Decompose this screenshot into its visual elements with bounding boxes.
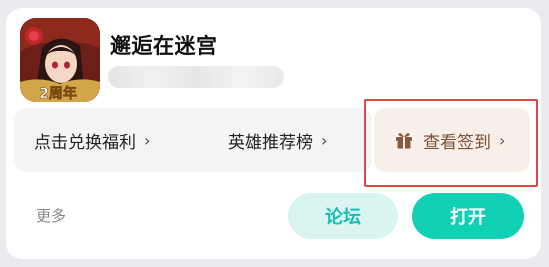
app-title: 邂逅在迷宫 <box>110 34 218 58</box>
chevron-right-icon: › <box>321 130 328 150</box>
chevron-right-icon: › <box>144 130 151 150</box>
app-subtitle-blurred <box>108 66 284 88</box>
more-link[interactable]: 更多 <box>36 205 66 226</box>
redeem-benefits-label: 点击兑换福利 <box>34 132 136 153</box>
hero-ranking-link[interactable]: 英雄推荐榜 › <box>228 108 327 172</box>
hero-ranking-label: 英雄推荐榜 <box>228 132 313 153</box>
redeem-benefits-link[interactable]: 点击兑换福利 › <box>34 108 150 172</box>
quick-actions-bar: 点击兑换福利 › 英雄推荐榜 › <box>14 108 372 172</box>
highlight-outline <box>364 99 538 187</box>
open-button[interactable]: 打开 <box>412 193 524 239</box>
forum-button[interactable]: 论坛 <box>288 193 398 239</box>
game-app-icon[interactable]: 2周年 <box>20 18 100 102</box>
svg-text:2周年: 2周年 <box>39 85 77 102</box>
